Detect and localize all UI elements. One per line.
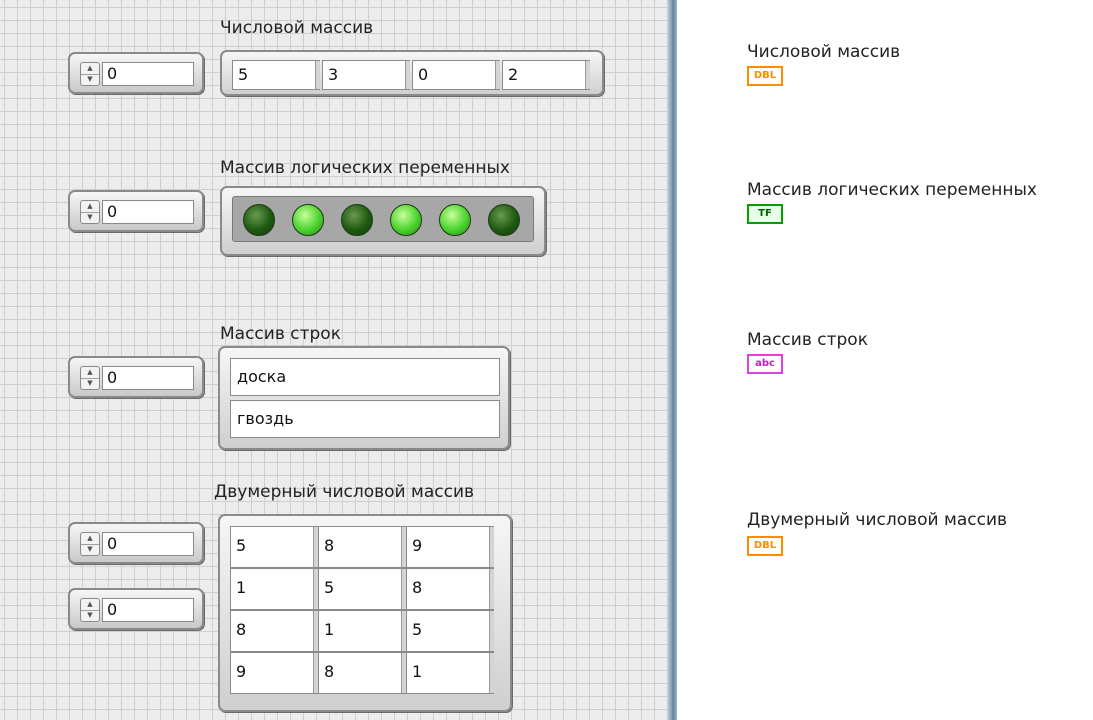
boolean-array-index[interactable]: ▲ ▼ 0 [68,190,204,232]
index-field[interactable]: 0 [102,598,194,622]
dbl-terminal-icon[interactable]: DBL [747,66,783,86]
matrix-label: Двумерный числовой массив [214,482,475,502]
numeric-array-index[interactable]: ▲ ▼ 0 [68,52,204,94]
boolean-terminal-icon[interactable]: TF [747,204,783,224]
led-indicator[interactable] [390,204,422,236]
string-array-frame: доска гвоздь [218,346,510,450]
terminal-label: Массив логических переменных [747,180,1037,200]
string-element[interactable]: доска [230,358,500,396]
matrix-cell[interactable]: 5 [230,526,318,568]
string-terminal-icon[interactable]: abc [747,354,783,374]
matrix-cell[interactable]: 1 [318,610,406,652]
index-spinner[interactable]: ▲ ▼ [80,366,100,390]
matrix-cell[interactable]: 8 [318,526,406,568]
array-element[interactable]: 3 [322,60,410,90]
block-diagram: Числовой массив DBL Массив логических пе… [677,0,1093,720]
pane-divider[interactable] [668,0,677,720]
index-spinner[interactable]: ▲ ▼ [80,532,100,556]
decrement-arrow-icon[interactable]: ▼ [81,544,99,555]
matrix-column-index[interactable]: ▲ ▼ 0 [68,588,204,630]
matrix-cell[interactable]: 8 [230,610,318,652]
string-array-index[interactable]: ▲ ▼ 0 [68,356,204,398]
array-element[interactable]: 0 [412,60,500,90]
led-indicator[interactable] [341,204,373,236]
front-panel: Числовой массив ▲ ▼ 0 5 3 0 2 Массив лог… [0,0,668,720]
matrix-cell[interactable]: 1 [406,652,494,694]
led-tray [232,196,534,242]
matrix-cell[interactable]: 8 [406,568,494,610]
matrix-frame: 5 8 9 1 5 8 8 1 5 9 8 1 [218,514,512,712]
led-indicator[interactable] [243,204,275,236]
matrix-cell[interactable]: 9 [230,652,318,694]
matrix-cell[interactable]: 5 [406,610,494,652]
matrix-cell[interactable]: 9 [406,526,494,568]
index-field[interactable]: 0 [102,200,194,224]
terminal-label: Числовой массив [747,42,901,62]
led-indicator[interactable] [439,204,471,236]
matrix-cell[interactable]: 5 [318,568,406,610]
decrement-arrow-icon[interactable]: ▼ [81,212,99,223]
index-field[interactable]: 0 [102,532,194,556]
array-element[interactable]: 5 [232,60,320,90]
terminal-label: Двумерный числовой массив [747,510,1008,530]
index-field[interactable]: 0 [102,366,194,390]
led-indicator[interactable] [292,204,324,236]
index-spinner[interactable]: ▲ ▼ [80,598,100,622]
index-field[interactable]: 0 [102,62,194,86]
decrement-arrow-icon[interactable]: ▼ [81,610,99,621]
terminal-label: Массив строк [747,330,868,350]
numeric-array-frame: 5 3 0 2 [220,50,604,96]
index-spinner[interactable]: ▲ ▼ [80,62,100,86]
string-array-label: Массив строк [220,324,341,344]
dbl-terminal-icon[interactable]: DBL [747,536,783,556]
boolean-array-frame [220,186,546,256]
string-element[interactable]: гвоздь [230,400,500,438]
matrix-row-index[interactable]: ▲ ▼ 0 [68,522,204,564]
decrement-arrow-icon[interactable]: ▼ [81,378,99,389]
matrix-cell[interactable]: 8 [318,652,406,694]
matrix-cell[interactable]: 1 [230,568,318,610]
array-element[interactable]: 2 [502,60,590,90]
led-indicator[interactable] [488,204,520,236]
index-spinner[interactable]: ▲ ▼ [80,200,100,224]
boolean-array-label: Массив логических переменных [220,158,510,178]
numeric-array-label: Числовой массив [220,18,374,38]
decrement-arrow-icon[interactable]: ▼ [81,74,99,85]
